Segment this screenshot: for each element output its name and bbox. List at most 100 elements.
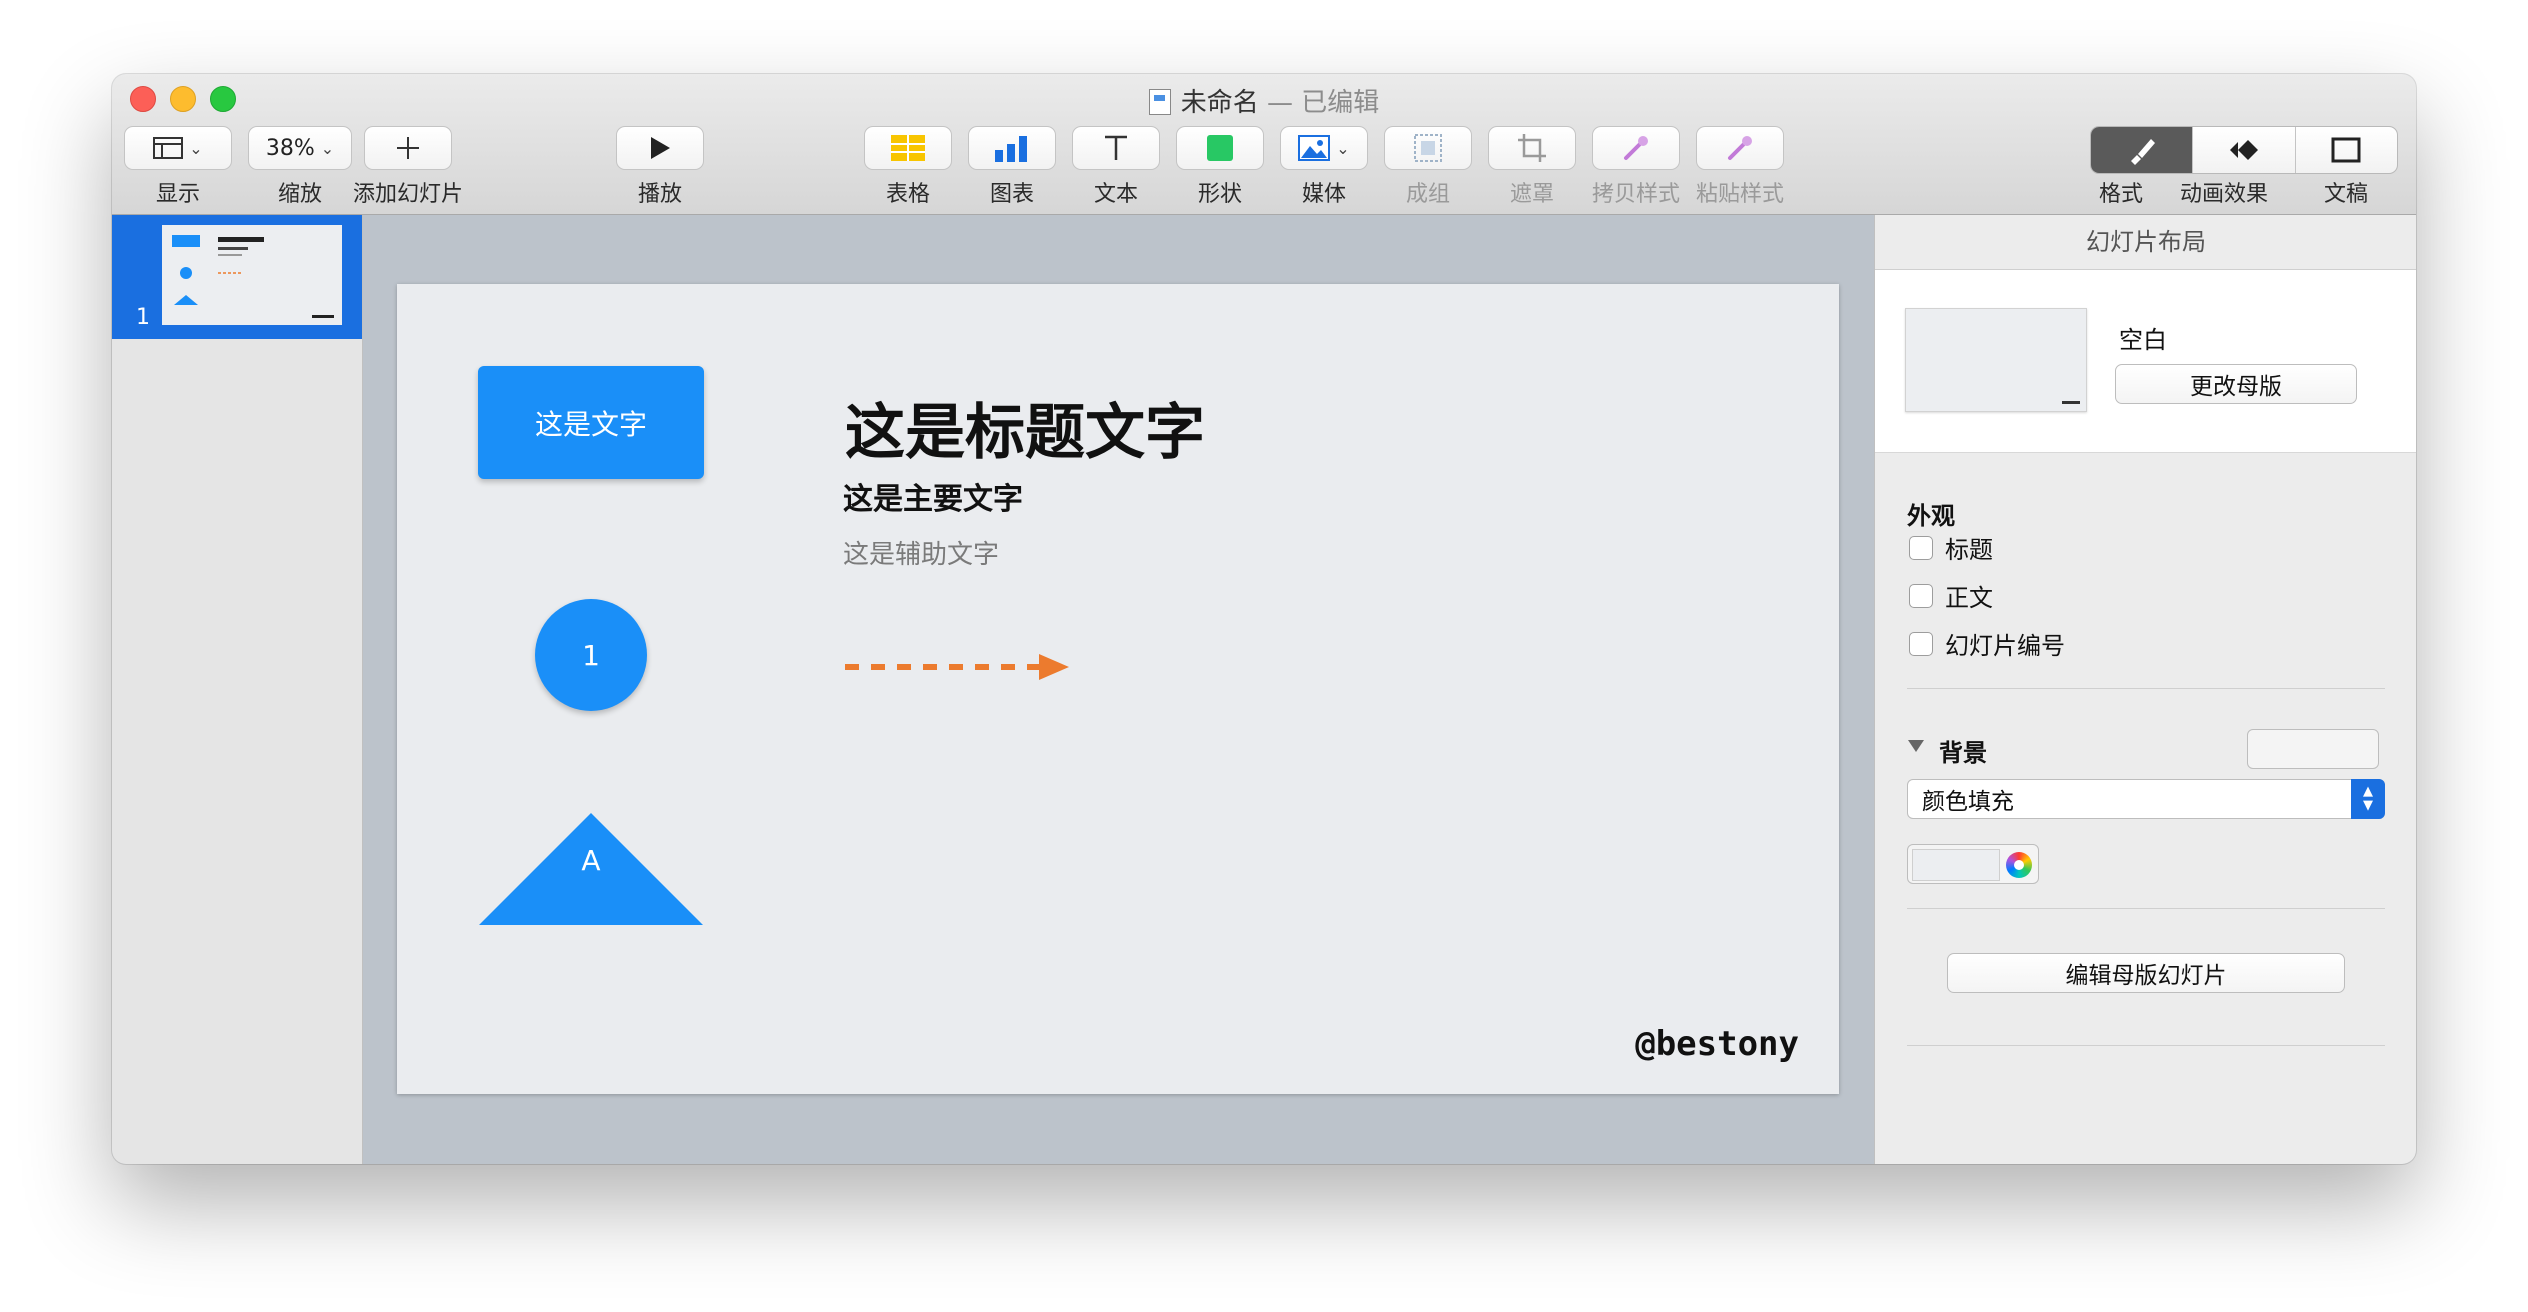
slide-main-text[interactable]: 这是主要文字 — [843, 474, 1023, 518]
slide-number-checkbox-row[interactable]: 幻灯片编号 — [1909, 626, 2065, 661]
zoom-label: 缩放 — [277, 182, 323, 207]
format-tab[interactable] — [2091, 127, 2193, 173]
slide-canvas: 这是文字 1 A 这是标题文字 这是主要文字 这是辅助文字 @bestony — [363, 215, 1873, 1164]
view-button[interactable]: ⌄ — [124, 126, 232, 170]
dashed-arrow-shape[interactable] — [843, 650, 1073, 684]
document-rect-icon — [2331, 137, 2361, 163]
chart-button[interactable] — [968, 126, 1056, 170]
master-name: 空白 — [2119, 326, 2167, 354]
paste-style-label: 粘贴样式 — [1695, 182, 1785, 207]
fill-color-well[interactable] — [1907, 844, 2039, 884]
view-label: 显示 — [155, 182, 201, 207]
slide-aux-text[interactable]: 这是辅助文字 — [843, 534, 999, 571]
slide-navigator: 1 — [112, 215, 363, 1164]
disclosure-triangle-icon[interactable] — [1907, 737, 1925, 755]
slide-thumbnail — [162, 225, 342, 325]
slide[interactable]: 这是文字 1 A 这是标题文字 这是主要文字 这是辅助文字 @bestony — [397, 284, 1839, 1094]
eyedropper-icon — [1624, 136, 1648, 160]
document-tab[interactable] — [2294, 127, 2397, 173]
title-checkbox-label: 标题 — [1945, 536, 1993, 564]
triangle-label: A — [581, 844, 601, 877]
shape-square-icon — [1207, 135, 1233, 161]
background-heading: 背景 — [1939, 739, 1987, 767]
body-checkbox-row[interactable]: 正文 — [1909, 578, 1993, 613]
animate-label: 动画效果 — [2179, 182, 2269, 207]
title-checkbox[interactable] — [1909, 535, 1933, 560]
slide-thumbnail-item[interactable]: 1 — [112, 215, 362, 339]
toolbar-area: 未命名 — 已编辑 ⌄ 显示 38% ⌄ 缩放 添加幻灯片 播放 表格 图表 文… — [112, 74, 2416, 215]
group-button[interactable] — [1384, 126, 1472, 170]
shape-button[interactable] — [1176, 126, 1264, 170]
blue-circle-shape[interactable]: 1 — [535, 599, 647, 711]
keynote-window: 未命名 — 已编辑 ⌄ 显示 38% ⌄ 缩放 添加幻灯片 播放 表格 图表 文… — [112, 74, 2416, 1164]
background-color-well[interactable] — [2247, 729, 2379, 769]
title-checkbox-row[interactable]: 标题 — [1909, 530, 1993, 565]
master-thumbnail[interactable] — [1905, 308, 2087, 412]
animate-diamond-icon — [2229, 140, 2258, 160]
appearance-heading: 外观 — [1907, 502, 1955, 530]
slide-thumbnail-preview — [172, 235, 334, 318]
master-thumbnail-preview — [2062, 401, 2080, 404]
slide-number-checkbox-label: 幻灯片编号 — [1945, 632, 2065, 660]
add-slide-button[interactable] — [364, 126, 452, 170]
group-icon — [1414, 134, 1442, 162]
slide-title-text[interactable]: 这是标题文字 — [845, 384, 1205, 471]
media-label: 媒体 — [1301, 182, 1347, 207]
inspector-segmented-control — [2090, 126, 2398, 174]
select-stepper-icon: ▲ ▼ — [2351, 779, 2385, 819]
copy-style-label: 拷贝样式 — [1591, 182, 1681, 207]
zoom-value: 38% — [265, 135, 315, 161]
color-wheel-icon[interactable] — [2006, 852, 2032, 878]
text-t-icon — [1105, 135, 1127, 160]
mask-label: 遮罩 — [1509, 182, 1555, 207]
document-label: 文稿 — [2323, 182, 2369, 207]
divider — [1907, 688, 2385, 689]
play-label: 播放 — [637, 182, 683, 207]
add-slide-label: 添加幻灯片 — [352, 182, 464, 207]
chevron-down-icon: ⌄ — [1336, 138, 1350, 158]
divider — [1907, 1045, 2385, 1046]
photo-icon — [1298, 135, 1331, 161]
play-icon — [651, 137, 670, 159]
change-master-button[interactable]: 更改母版 — [2115, 364, 2357, 404]
fill-color-swatch[interactable] — [1912, 849, 2000, 881]
inspector-header: 幻灯片布局 — [1875, 215, 2416, 270]
media-button[interactable]: ⌄ — [1280, 126, 1368, 170]
text-button[interactable] — [1072, 126, 1160, 170]
divider — [1907, 908, 2385, 909]
fill-type-select[interactable]: 颜色填充 ▲ ▼ — [1907, 779, 2385, 819]
slide-handle-text[interactable]: @bestony — [1635, 1024, 1799, 1064]
keynote-document-icon — [1148, 88, 1171, 115]
zoom-select[interactable]: 38% ⌄ — [248, 126, 352, 170]
table-label: 表格 — [885, 182, 931, 207]
table-icon — [891, 135, 925, 161]
copy-style-button[interactable] — [1592, 126, 1680, 170]
paintbrush-icon — [2130, 139, 2155, 165]
fill-type-value: 颜色填充 — [1922, 789, 2014, 815]
animate-tab[interactable] — [2192, 127, 2294, 173]
slide-number: 1 — [136, 305, 150, 330]
bar-chart-icon — [995, 136, 1027, 162]
play-button[interactable] — [616, 126, 704, 170]
master-section: 空白 更改母版 — [1875, 270, 2416, 453]
group-label: 成组 — [1405, 182, 1451, 207]
edit-master-slide-button[interactable]: 编辑母版幻灯片 — [1947, 953, 2345, 993]
view-layout-icon — [153, 137, 184, 159]
window-title: 未命名 — 已编辑 — [112, 82, 2416, 119]
paste-style-button[interactable] — [1696, 126, 1784, 170]
chevron-down-icon: ⌄ — [320, 138, 335, 158]
body-checkbox[interactable] — [1909, 583, 1933, 608]
crop-icon — [1518, 134, 1546, 162]
text-label: 文本 — [1093, 182, 1139, 207]
paint-dropper-icon — [1728, 136, 1752, 160]
mask-button[interactable] — [1488, 126, 1576, 170]
edited-status: — 已编辑 — [1267, 88, 1380, 118]
shape-label: 形状 — [1197, 182, 1243, 207]
slide-number-checkbox[interactable] — [1909, 631, 1933, 656]
inspector-panel: 幻灯片布局 空白 更改母版 外观 标题 正文 幻灯片编号 背景 颜色填充 ▲ ▼… — [1874, 215, 2416, 1164]
blue-text-box[interactable]: 这是文字 — [478, 366, 704, 479]
plus-icon — [397, 137, 419, 159]
table-button[interactable] — [864, 126, 952, 170]
format-label: 格式 — [2098, 182, 2144, 207]
chart-label: 图表 — [989, 182, 1035, 207]
